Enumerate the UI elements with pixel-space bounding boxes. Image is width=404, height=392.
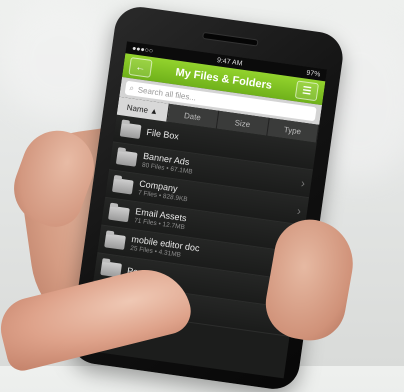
- folder-icon: [104, 232, 126, 250]
- search-placeholder: Search all files...: [137, 84, 197, 102]
- signal-icon: ●●●○○: [131, 44, 154, 55]
- chevron-right-icon: ›: [300, 175, 307, 190]
- file-box-icon: [119, 121, 142, 139]
- chevron-right-icon: ›: [296, 203, 303, 218]
- phone-speaker: [202, 31, 259, 47]
- list-menu-icon[interactable]: ☰: [294, 80, 320, 102]
- status-time: 9:47 AM: [216, 56, 243, 68]
- background-blur: [0, 0, 120, 120]
- folder-icon: [108, 205, 130, 222]
- back-arrow-icon[interactable]: ←: [128, 57, 153, 78]
- folder-icon: [112, 177, 134, 194]
- battery-indicator: 97%: [305, 69, 321, 79]
- search-icon: ⌕: [128, 83, 135, 93]
- folder-icon: [115, 149, 138, 167]
